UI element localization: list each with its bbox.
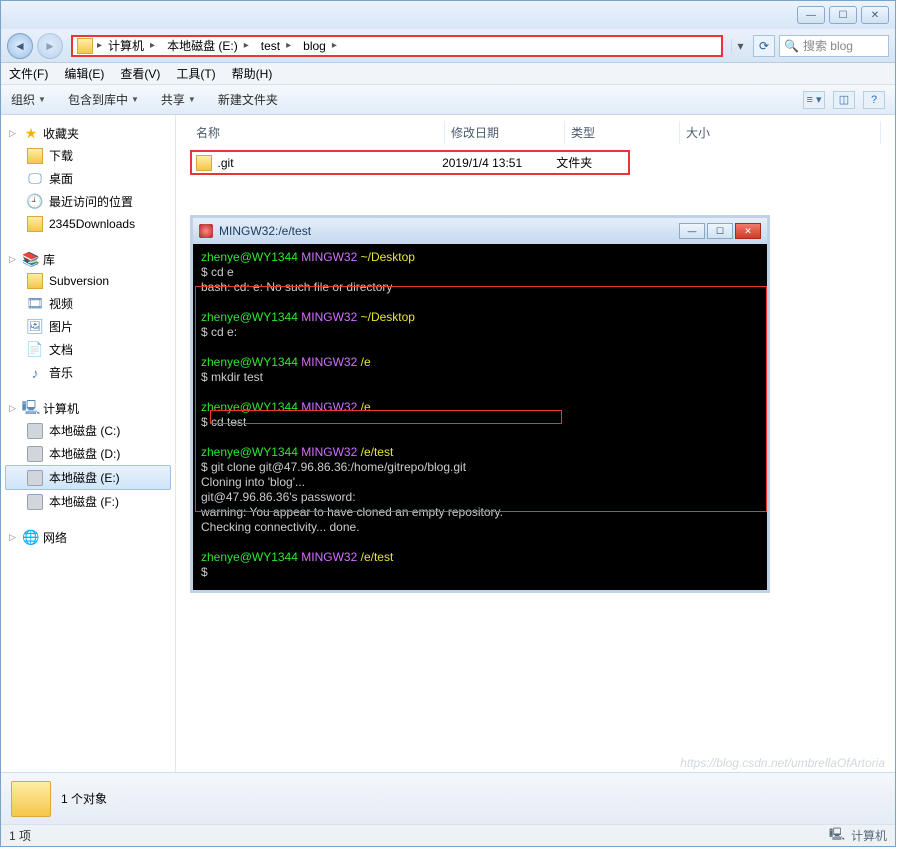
terminal-titlebar[interactable]: MINGW32:/e/test — ☐ ✕: [193, 218, 767, 244]
folder-icon: [11, 781, 51, 817]
folder-icon: [27, 148, 43, 164]
col-date[interactable]: 修改日期: [445, 121, 565, 144]
terminal-close-button[interactable]: ✕: [735, 223, 761, 239]
share-button[interactable]: 共享▼: [161, 91, 196, 108]
sidebar-item-recent[interactable]: 🕘最近访问的位置: [5, 190, 171, 213]
music-icon: ♪: [27, 365, 43, 381]
refresh-button[interactable]: ⟳: [753, 35, 775, 57]
terminal-icon: [199, 224, 213, 238]
menu-edit[interactable]: 编辑(E): [64, 65, 104, 82]
terminal-maximize-button[interactable]: ☐: [707, 223, 733, 239]
breadcrumb[interactable]: ▸ 计算机▸ 本地磁盘 (E:)▸ test▸ blog▸: [71, 35, 723, 57]
breadcrumb-seg[interactable]: test▸: [255, 39, 297, 53]
organize-button[interactable]: 组织▼: [11, 91, 46, 108]
sidebar-item-downloads[interactable]: 下载: [5, 144, 171, 167]
window-titlebar: — ☐ ✕: [1, 1, 895, 29]
file-row-git[interactable]: .git 2019/1/4 13:51 文件夹: [190, 150, 630, 175]
watermark: https://blog.csdn.net/umbrellaOfArtoria: [680, 756, 885, 770]
sidebar-computer[interactable]: ▷🖳计算机: [5, 398, 171, 419]
disk-icon: [27, 494, 43, 510]
content-area: 名称 修改日期 类型 大小 .git 2019/1/4 13:51 文件夹 MI…: [176, 115, 895, 772]
disk-icon: [27, 446, 43, 462]
breadcrumb-seg[interactable]: 计算机▸: [102, 37, 161, 54]
disk-icon: [27, 470, 43, 486]
sidebar-item-disk-e[interactable]: 本地磁盘 (E:): [5, 465, 171, 490]
sidebar-network[interactable]: ▷🌐网络: [5, 527, 171, 548]
file-date: 2019/1/4 13:51: [442, 156, 556, 170]
status-bar: 1 个对象: [1, 772, 895, 824]
forward-button[interactable]: ►: [37, 33, 63, 59]
sidebar-item-pictures[interactable]: 🖼图片: [5, 315, 171, 338]
sidebar-item-disk-c[interactable]: 本地磁盘 (C:): [5, 419, 171, 442]
network-icon: 🌐: [23, 530, 39, 546]
video-icon: 🎞: [27, 296, 43, 312]
computer-icon: 🖳: [23, 401, 39, 417]
col-name[interactable]: 名称: [190, 121, 445, 144]
disk-icon: [27, 423, 43, 439]
status-computer-label: 计算机: [851, 827, 887, 844]
terminal-window: MINGW32:/e/test — ☐ ✕ zhenye@WY1344 MING…: [190, 215, 770, 593]
breadcrumb-seg[interactable]: blog▸: [297, 39, 343, 53]
sidebar-item-disk-f[interactable]: 本地磁盘 (F:): [5, 490, 171, 513]
col-type[interactable]: 类型: [565, 121, 680, 144]
maximize-button[interactable]: ☐: [829, 6, 857, 24]
include-library-button[interactable]: 包含到库中▼: [68, 91, 139, 108]
star-icon: ★: [23, 126, 39, 142]
column-headers[interactable]: 名称 修改日期 类型 大小: [176, 115, 895, 146]
new-folder-button[interactable]: 新建文件夹: [218, 91, 278, 108]
col-size[interactable]: 大小: [680, 121, 881, 144]
sidebar-libraries[interactable]: ▷📚库: [5, 249, 171, 270]
back-button[interactable]: ◄: [7, 33, 33, 59]
minimize-button[interactable]: —: [797, 6, 825, 24]
sidebar-item-desktop[interactable]: 🖵桌面: [5, 167, 171, 190]
status-bar-2: 1 项 🖳 计算机: [1, 824, 895, 846]
view-mode-button[interactable]: ≡ ▾: [803, 91, 825, 109]
file-name: .git: [218, 156, 443, 170]
menu-bar: 文件(F) 编辑(E) 查看(V) 工具(T) 帮助(H): [1, 63, 895, 85]
search-input[interactable]: 🔍搜索 blog: [779, 35, 889, 57]
terminal-minimize-button[interactable]: —: [679, 223, 705, 239]
help-button[interactable]: ?: [863, 91, 885, 109]
document-icon: 📄: [27, 342, 43, 358]
sidebar-item-subversion[interactable]: Subversion: [5, 270, 171, 292]
file-type: 文件夹: [556, 154, 624, 171]
recent-icon: 🕘: [27, 194, 43, 210]
terminal-title: MINGW32:/e/test: [219, 224, 311, 238]
menu-tools[interactable]: 工具(T): [176, 65, 215, 82]
menu-view[interactable]: 查看(V): [120, 65, 160, 82]
sidebar-item-2345[interactable]: 2345Downloads: [5, 213, 171, 235]
preview-pane-button[interactable]: ◫: [833, 91, 855, 109]
menu-help[interactable]: 帮助(H): [232, 65, 273, 82]
computer-icon: 🖳: [829, 825, 845, 846]
folder-icon: [27, 273, 43, 289]
sidebar-favorites[interactable]: ▷★收藏夹: [5, 123, 171, 144]
close-button[interactable]: ✕: [861, 6, 889, 24]
nav-bar: ◄ ► ▸ 计算机▸ 本地磁盘 (E:)▸ test▸ blog▸ ▾ ⟳ 🔍搜…: [1, 29, 895, 63]
sidebar-item-music[interactable]: ♪音乐: [5, 361, 171, 384]
sidebar-item-disk-d[interactable]: 本地磁盘 (D:): [5, 442, 171, 465]
status-count: 1 个对象: [61, 790, 107, 807]
highlight-box: [210, 410, 562, 424]
folder-icon: [196, 155, 212, 171]
highlight-box: [195, 286, 767, 512]
library-icon: 📚: [23, 252, 39, 268]
sidebar: ▷★收藏夹 下载 🖵桌面 🕘最近访问的位置 2345Downloads ▷📚库 …: [1, 115, 176, 772]
search-icon: 🔍: [784, 39, 799, 53]
desktop-icon: 🖵: [27, 171, 43, 187]
toolbar: 组织▼ 包含到库中▼ 共享▼ 新建文件夹 ≡ ▾ ◫ ?: [1, 85, 895, 115]
folder-icon: [77, 38, 93, 54]
sidebar-item-docs[interactable]: 📄文档: [5, 338, 171, 361]
terminal-body[interactable]: zhenye@WY1344 MINGW32 ~/Desktop$ cd ebas…: [193, 244, 767, 590]
breadcrumb-dropdown[interactable]: ▾: [731, 39, 749, 53]
breadcrumb-seg[interactable]: 本地磁盘 (E:)▸: [161, 37, 255, 54]
sidebar-item-video[interactable]: 🎞视频: [5, 292, 171, 315]
status-items: 1 项: [9, 827, 31, 844]
picture-icon: 🖼: [27, 319, 43, 335]
folder-icon: [27, 216, 43, 232]
menu-file[interactable]: 文件(F): [9, 65, 48, 82]
